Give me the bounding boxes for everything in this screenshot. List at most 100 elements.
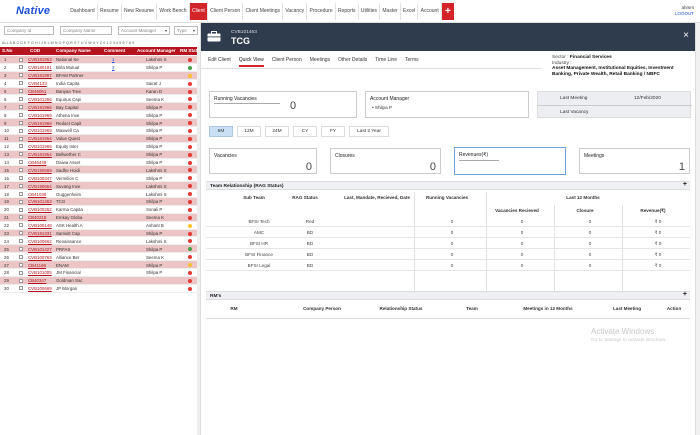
row-checkbox[interactable]: [19, 136, 23, 141]
period-fy[interactable]: FY: [321, 126, 345, 137]
client-code-link[interactable]: CVB101966: [28, 144, 52, 149]
row-checkbox[interactable]: [19, 128, 23, 133]
client-code-link[interactable]: CVB180181: [28, 65, 52, 70]
type-select[interactable]: Type ▾: [174, 26, 198, 35]
nav-client-meetings[interactable]: Client Meetings: [243, 3, 284, 20]
row-checkbox[interactable]: [19, 152, 23, 157]
client-code-link[interactable]: CVB101266: [28, 97, 52, 102]
row-checkbox[interactable]: [19, 104, 23, 109]
client-code-link[interactable]: CVB181954: [28, 152, 52, 157]
table-row[interactable]: 22 CVB100148 ASK Health A Ashant B: [0, 222, 198, 230]
tab-meetings[interactable]: Meetings: [310, 57, 330, 67]
client-code-link[interactable]: CB46449: [28, 160, 46, 165]
table-row[interactable]: 26 CVB100763 Alliance Ber Seema K: [0, 253, 198, 262]
client-code-link[interactable]: CB40347: [28, 278, 46, 283]
table-row[interactable]: 18 CB41039 Guggenheim Lakshmi S: [0, 190, 198, 199]
right-scrollbar[interactable]: [695, 23, 700, 435]
comment-count[interactable]: 1: [112, 57, 114, 62]
table-row[interactable]: 12 CVB101966 Equity Inter Shilpa P: [0, 143, 198, 151]
client-code-link[interactable]: CVB190569: [28, 168, 52, 173]
row-checkbox[interactable]: [19, 73, 23, 78]
comment-count[interactable]: 3: [112, 65, 114, 70]
row-checkbox[interactable]: [19, 207, 23, 212]
table-row[interactable]: 21 CB40218 Emkay Globa Seema K: [0, 213, 198, 222]
nav-excel[interactable]: Excel: [401, 3, 419, 20]
client-code-link[interactable]: CVB100669: [28, 286, 52, 291]
nav-new-resume[interactable]: New Resume: [122, 3, 158, 20]
table-row[interactable]: 17 CVB190664 Suvang Inve Lakshmi S: [0, 182, 198, 191]
expand-team-icon[interactable]: +: [683, 181, 687, 188]
table-row[interactable]: 15 CVB190569 Sadhe Hoidi Lakshmi S: [0, 166, 198, 175]
nav-work-bench[interactable]: Work Bench: [157, 3, 190, 20]
row-checkbox[interactable]: [19, 239, 23, 244]
expand-rms-icon[interactable]: +: [683, 291, 687, 298]
nav-dashboard[interactable]: Dashboard: [68, 3, 98, 20]
table-row[interactable]: 1 CVB181963 National Se 1 Lakshmi S: [0, 56, 198, 64]
row-checkbox[interactable]: [19, 215, 23, 220]
client-code-link[interactable]: CVB100262: [28, 207, 52, 212]
table-row[interactable]: 29 CB40347 Goldman Sac: [0, 276, 198, 285]
row-checkbox[interactable]: [19, 246, 23, 251]
row-checkbox[interactable]: [19, 97, 23, 102]
row-checkbox[interactable]: [19, 112, 23, 117]
nav-master[interactable]: Master: [380, 3, 401, 20]
period-cy[interactable]: CY: [293, 126, 317, 137]
client-code-link[interactable]: CVB181963: [28, 57, 52, 62]
client-code-link[interactable]: CB41169: [28, 263, 46, 268]
row-checkbox[interactable]: [19, 65, 23, 70]
app-logo[interactable]: Native: [16, 5, 50, 17]
table-row[interactable]: 6 CVB101266 Equirus Capi Seema K: [0, 95, 198, 104]
account-manager-select[interactable]: Account Manager ▾: [118, 26, 170, 35]
table-row[interactable]: 13 CVB181954 Bellwether C Shilpa P: [0, 150, 198, 159]
row-checkbox[interactable]: [19, 144, 23, 149]
table-row[interactable]: 25 CVB101427 PRFAS Shilpa P: [0, 245, 198, 254]
client-code-link[interactable]: CVB191965: [28, 105, 52, 110]
table-row[interactable]: 11 CVB181964 Value Quest Shilpa P: [0, 134, 198, 143]
client-code-link[interactable]: CVB4133: [28, 81, 47, 86]
client-code-link[interactable]: CB41039: [28, 192, 46, 197]
revenues-stat-card[interactable]: Revenues(₹): [454, 147, 566, 175]
row-checkbox[interactable]: [19, 168, 23, 173]
row-checkbox[interactable]: [19, 223, 23, 228]
nav-account[interactable]: Account: [418, 3, 442, 20]
client-code-link[interactable]: CB40218: [28, 215, 46, 220]
client-code-link[interactable]: CVB101005: [28, 270, 52, 275]
row-checkbox[interactable]: [19, 199, 23, 204]
row-checkbox[interactable]: [19, 286, 23, 291]
client-code-link[interactable]: CVB100763: [28, 255, 52, 260]
table-row[interactable]: 19 CVB101463 TCG Shilpa P: [0, 198, 198, 206]
client-code-link[interactable]: CVB181964: [28, 136, 52, 141]
table-row[interactable]: 20 CVB100262 Karma Capita Sonali P: [0, 206, 198, 214]
table-row[interactable]: 8 CVB101969 Athena Inve Shilpa P: [0, 111, 198, 120]
logout-link[interactable]: LOGOUT: [675, 11, 694, 17]
client-code-link[interactable]: CVB100662: [28, 239, 52, 244]
table-row[interactable]: 24 CVB100662 Renaissance Lakshmi S: [0, 237, 198, 246]
nav-vacancy[interactable]: Vacancy: [283, 3, 308, 20]
table-row[interactable]: 9 CVB191968 Redact Capit Shilpa P: [0, 119, 198, 128]
nav-utilities[interactable]: Utilities: [359, 3, 381, 20]
client-code-link[interactable]: CVB100347: [28, 176, 52, 181]
client-code-link[interactable]: CVB101969: [28, 128, 52, 133]
table-row[interactable]: 23 CVB181331 Samsitt Cap Shilpa P: [0, 229, 198, 238]
table-row[interactable]: 16 CVB100347 Vermilion C Shilpa P: [0, 174, 198, 183]
tab-terms[interactable]: Terms: [405, 57, 419, 67]
period-12m[interactable]: 12M: [237, 126, 261, 137]
nav-resume[interactable]: Resume: [98, 3, 122, 20]
row-checkbox[interactable]: [19, 120, 23, 125]
tab-time-line[interactable]: Time Line: [375, 57, 397, 67]
table-row[interactable]: 10 CVB101969 Maxwell Ca Shilpa P: [0, 127, 198, 135]
table-row[interactable]: 14 CB46449 Daiwa Asset Shilpa P: [0, 159, 198, 167]
tab-edit-client[interactable]: Edit Client: [208, 57, 231, 67]
row-checkbox[interactable]: [19, 231, 23, 236]
table-row[interactable]: 4 CVB4133 India Capita Sairat J: [0, 80, 198, 88]
client-code-link[interactable]: CVB190664: [28, 184, 52, 189]
row-checkbox[interactable]: [19, 81, 23, 86]
row-checkbox[interactable]: [19, 160, 23, 165]
col-account-manager[interactable]: Account Manager: [137, 48, 176, 53]
table-row[interactable]: 28 CVB101005 JM Financial Shilpa P: [0, 269, 198, 277]
row-checkbox[interactable]: [19, 254, 23, 259]
client-code-link[interactable]: CVB100148: [28, 223, 52, 228]
table-row[interactable]: 2 CVB180181 Birla Mutual 3 Shilpa P: [0, 64, 198, 72]
client-code-link[interactable]: CVB181997: [28, 73, 52, 78]
row-checkbox[interactable]: [19, 183, 23, 188]
